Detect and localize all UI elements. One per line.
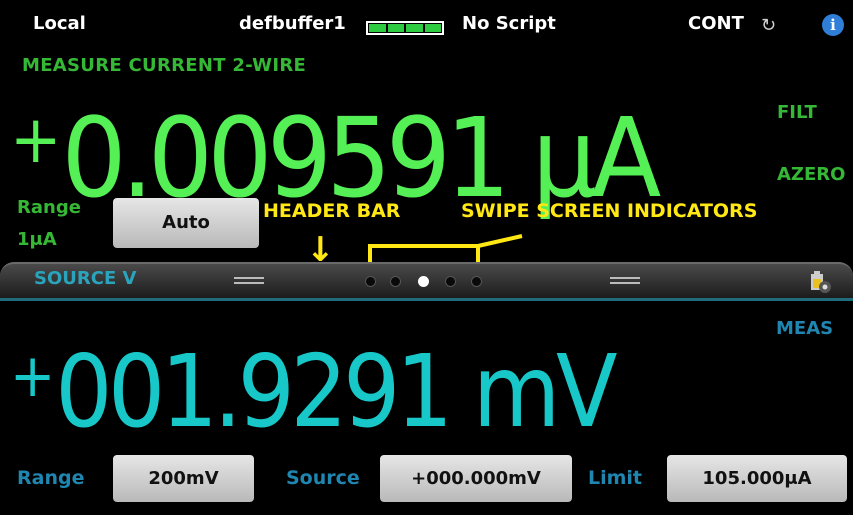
limit-button[interactable]: 105.000μA xyxy=(667,455,847,502)
swipe-dot[interactable] xyxy=(390,276,401,287)
local-indicator[interactable]: Local xyxy=(33,13,86,34)
swipe-indicators-annotation: SWIPE SCREEN INDICATORS xyxy=(461,200,758,222)
measure-range-button[interactable]: Auto xyxy=(113,198,259,248)
sync-icon[interactable]: ↻ xyxy=(761,15,776,36)
swipe-dot-active[interactable] xyxy=(418,276,429,287)
limit-label: Limit xyxy=(588,467,643,489)
battery-settings-icon[interactable] xyxy=(808,270,832,294)
azero-indicator: AZERO xyxy=(777,164,846,185)
source-range-button[interactable]: 200mV xyxy=(113,455,254,502)
swipe-title: SOURCE V xyxy=(34,268,137,289)
swipe-dot[interactable] xyxy=(471,276,482,287)
source-label: Source xyxy=(286,467,360,489)
trigger-mode[interactable]: CONT xyxy=(688,13,744,34)
buffer-name[interactable]: defbuffer1 xyxy=(239,13,346,34)
header-bar-annotation: HEADER BAR xyxy=(263,200,401,222)
drag-handle-icon[interactable] xyxy=(234,277,264,287)
swipe-divider xyxy=(0,298,853,301)
swipe-dot[interactable] xyxy=(365,276,376,287)
measure-reading: +0.009591 μA xyxy=(10,85,661,213)
source-range-label: Range xyxy=(17,467,85,489)
measure-sign: + xyxy=(10,101,62,178)
swipe-dot[interactable] xyxy=(445,276,456,287)
measure-function-label: MEASURE CURRENT 2-WIRE xyxy=(22,55,307,76)
script-indicator[interactable]: No Script xyxy=(462,13,556,34)
measure-range-value: 1μA xyxy=(17,229,57,250)
status-bar: Local defbuffer1 No Script CONT ↻ i xyxy=(0,0,853,47)
measure-range-label: Range xyxy=(17,197,81,218)
source-level-button[interactable]: +000.000mV xyxy=(380,455,572,502)
info-icon[interactable]: i xyxy=(822,14,844,36)
filter-indicator: FILT xyxy=(777,102,817,123)
drag-handle-icon[interactable] xyxy=(610,277,640,287)
source-value: 001.9291 mV xyxy=(55,333,617,450)
source-sign: + xyxy=(10,341,56,411)
meas-indicator: MEAS xyxy=(776,318,834,339)
source-reading: +001.9291 mV xyxy=(10,326,618,442)
buffer-fill-icon xyxy=(366,21,444,35)
